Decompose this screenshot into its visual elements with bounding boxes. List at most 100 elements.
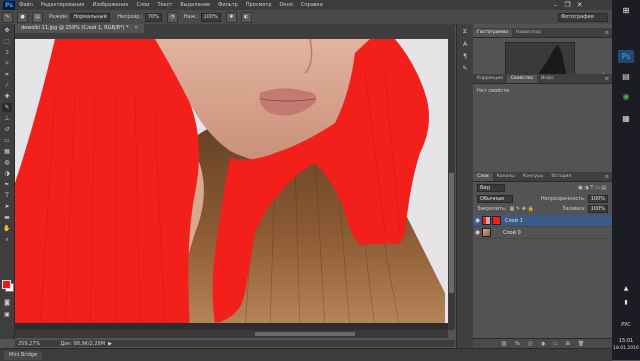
foreground-color-swatch[interactable]	[2, 280, 11, 289]
tab-adjustments[interactable]: Коррекция	[473, 75, 507, 83]
shape-tool-icon[interactable]: ▬	[2, 213, 12, 222]
paragraph-panel-icon[interactable]: ¶	[460, 52, 470, 60]
layer-name[interactable]: Слой 0	[503, 230, 521, 236]
brush-panel-toggle-icon[interactable]: ▤	[32, 11, 43, 23]
tab-channels[interactable]: Каналы	[493, 173, 519, 181]
lock-icons[interactable]: ▦ ✎ ✥ 🔒	[510, 206, 534, 212]
clock-date[interactable]: 18.01.2016	[612, 346, 640, 351]
panel-menu-icon[interactable]: ≡	[605, 75, 609, 83]
vertical-scrollbar[interactable]	[448, 33, 455, 330]
history-brush-tool-icon[interactable]: ↺	[2, 125, 12, 134]
brush-presets-panel-icon[interactable]: ✎	[460, 64, 470, 72]
menu-type[interactable]: Текст	[157, 2, 172, 8]
chrome-taskbar-icon[interactable]: ◉	[618, 90, 634, 103]
visibility-eye-icon[interactable]: ◉	[473, 217, 482, 224]
type-tool-icon[interactable]: T	[2, 191, 12, 200]
photoshop-taskbar-icon[interactable]: Ps	[618, 50, 634, 63]
opacity-field[interactable]: 70%	[144, 12, 162, 22]
vertical-scroll-thumb[interactable]	[449, 173, 454, 293]
filter-icons[interactable]: ▣ ◑ T ▭ ▤	[578, 185, 606, 191]
tab-layers[interactable]: Слои	[473, 173, 493, 181]
new-layer-icon[interactable]: ⊞	[566, 341, 570, 347]
airbrush-icon[interactable]: ✱	[225, 11, 237, 23]
menu-image[interactable]: Изображение	[92, 2, 128, 8]
document-info[interactable]: Док: 98,9K/2,29M	[60, 341, 105, 347]
add-mask-icon[interactable]: ◫	[528, 341, 533, 347]
horizontal-scroll-thumb[interactable]	[255, 332, 355, 336]
link-layers-icon[interactable]: ⛓	[501, 341, 507, 347]
menu-file[interactable]: Файл	[19, 2, 33, 8]
path-select-tool-icon[interactable]: ➤	[2, 202, 12, 211]
menu-view[interactable]: Просмотр	[246, 2, 272, 8]
quick-mask-icon[interactable]: ◙	[2, 298, 12, 307]
layer-row[interactable]: ◉ Слой 1	[473, 215, 612, 227]
brush-tool-preset-icon[interactable]: ✎	[2, 11, 13, 23]
new-group-icon[interactable]: ▭	[553, 341, 558, 347]
close-button[interactable]: ✕	[575, 1, 584, 9]
pressure-opacity-icon[interactable]: ◔	[166, 11, 178, 23]
dodge-tool-icon[interactable]: ◑	[2, 169, 12, 178]
pen-tool-icon[interactable]: ✒	[2, 180, 12, 189]
close-tab-icon[interactable]: ✕	[134, 25, 138, 31]
app-taskbar-icon[interactable]: ▦	[618, 112, 634, 125]
zoom-level[interactable]: 259,27%	[18, 341, 40, 347]
document-tab[interactable]: dewolki 11.jpg @ 259% (Слой 1, RGB/8*) *…	[15, 24, 145, 33]
mini-bridge-tab[interactable]: Mini Bridge	[4, 350, 43, 360]
healing-brush-tool-icon[interactable]: ✚	[2, 92, 12, 101]
tab-history[interactable]: История	[547, 173, 575, 181]
layer-row[interactable]: ◉ Слой 0	[473, 227, 612, 239]
layer-style-icon[interactable]: fx	[515, 341, 520, 347]
lasso-tool-icon[interactable]: ↄ	[2, 48, 12, 57]
layer-name[interactable]: Слой 1	[505, 218, 523, 224]
brush-size-picker-icon[interactable]: ●	[17, 11, 28, 23]
eyedropper-tool-icon[interactable]: ⁄	[2, 81, 12, 90]
canvas-image[interactable]	[15, 33, 448, 330]
status-arrow-icon[interactable]: ▶	[108, 341, 112, 347]
panel-menu-icon[interactable]: ≡	[605, 173, 609, 181]
language-indicator[interactable]: РУС	[612, 322, 640, 328]
move-tool-icon[interactable]: ✥	[2, 26, 12, 35]
gradient-tool-icon[interactable]: ▦	[2, 147, 12, 156]
blur-tool-icon[interactable]: ◍	[2, 158, 12, 167]
folder-taskbar-icon[interactable]: ▤	[618, 70, 634, 83]
network-icon[interactable]: ▮	[618, 296, 634, 309]
panel-menu-icon[interactable]: ≡	[605, 29, 609, 37]
marquee-tool-icon[interactable]: ⬚	[2, 37, 12, 46]
menu-edit[interactable]: Редактирование	[41, 2, 85, 8]
menu-filter[interactable]: Фильтр	[218, 2, 238, 8]
minimize-button[interactable]: –	[551, 1, 560, 9]
zoom-tool-icon[interactable]: ⌕	[2, 235, 12, 244]
hand-tool-icon[interactable]: ✋	[2, 224, 12, 233]
fill-field[interactable]: 100%	[587, 204, 608, 213]
menu-select[interactable]: Выделение	[180, 2, 210, 8]
restore-button[interactable]: ❐	[563, 1, 572, 9]
adjustment-layer-icon[interactable]: ◑	[541, 341, 545, 347]
history-panel-icon[interactable]: ⧖	[460, 28, 470, 36]
screen-mode-icon[interactable]: ▣	[2, 310, 12, 319]
layer-kind-filter[interactable]: Вид	[477, 183, 505, 192]
eraser-tool-icon[interactable]: ▭	[2, 136, 12, 145]
menu-window[interactable]: Окно	[280, 2, 293, 8]
workspace-select[interactable]: Фотография	[558, 12, 608, 22]
start-button-icon[interactable]: ⊞	[618, 4, 634, 17]
tab-histogram[interactable]: Гистограмма	[473, 29, 513, 37]
crop-tool-icon[interactable]: ⌗	[2, 70, 12, 79]
pressure-size-icon[interactable]: ◐	[240, 11, 252, 23]
menu-layers[interactable]: Слои	[136, 2, 149, 8]
menu-help[interactable]: Справка	[301, 2, 323, 8]
mode-select[interactable]: Нормальный	[70, 12, 111, 22]
tab-navigator[interactable]: Навигатор	[512, 29, 545, 37]
flow-field[interactable]: 100%	[200, 12, 221, 22]
character-panel-icon[interactable]: A	[460, 40, 470, 48]
clone-stamp-tool-icon[interactable]: ⊥	[2, 114, 12, 123]
tab-properties[interactable]: Свойства	[506, 75, 537, 83]
tray-arrow-icon[interactable]: ▲	[618, 282, 634, 295]
brush-tool-icon[interactable]: ✎	[2, 103, 12, 112]
horizontal-scrollbar[interactable]	[15, 330, 448, 338]
tab-info[interactable]: Инфо	[537, 75, 558, 83]
quick-select-tool-icon[interactable]: ✧	[2, 59, 12, 68]
clock-time[interactable]: 15:01	[612, 338, 640, 344]
delete-layer-icon[interactable]: 🗑	[578, 341, 584, 347]
visibility-eye-icon[interactable]: ◉	[473, 229, 482, 236]
document-canvas[interactable]	[15, 33, 448, 330]
